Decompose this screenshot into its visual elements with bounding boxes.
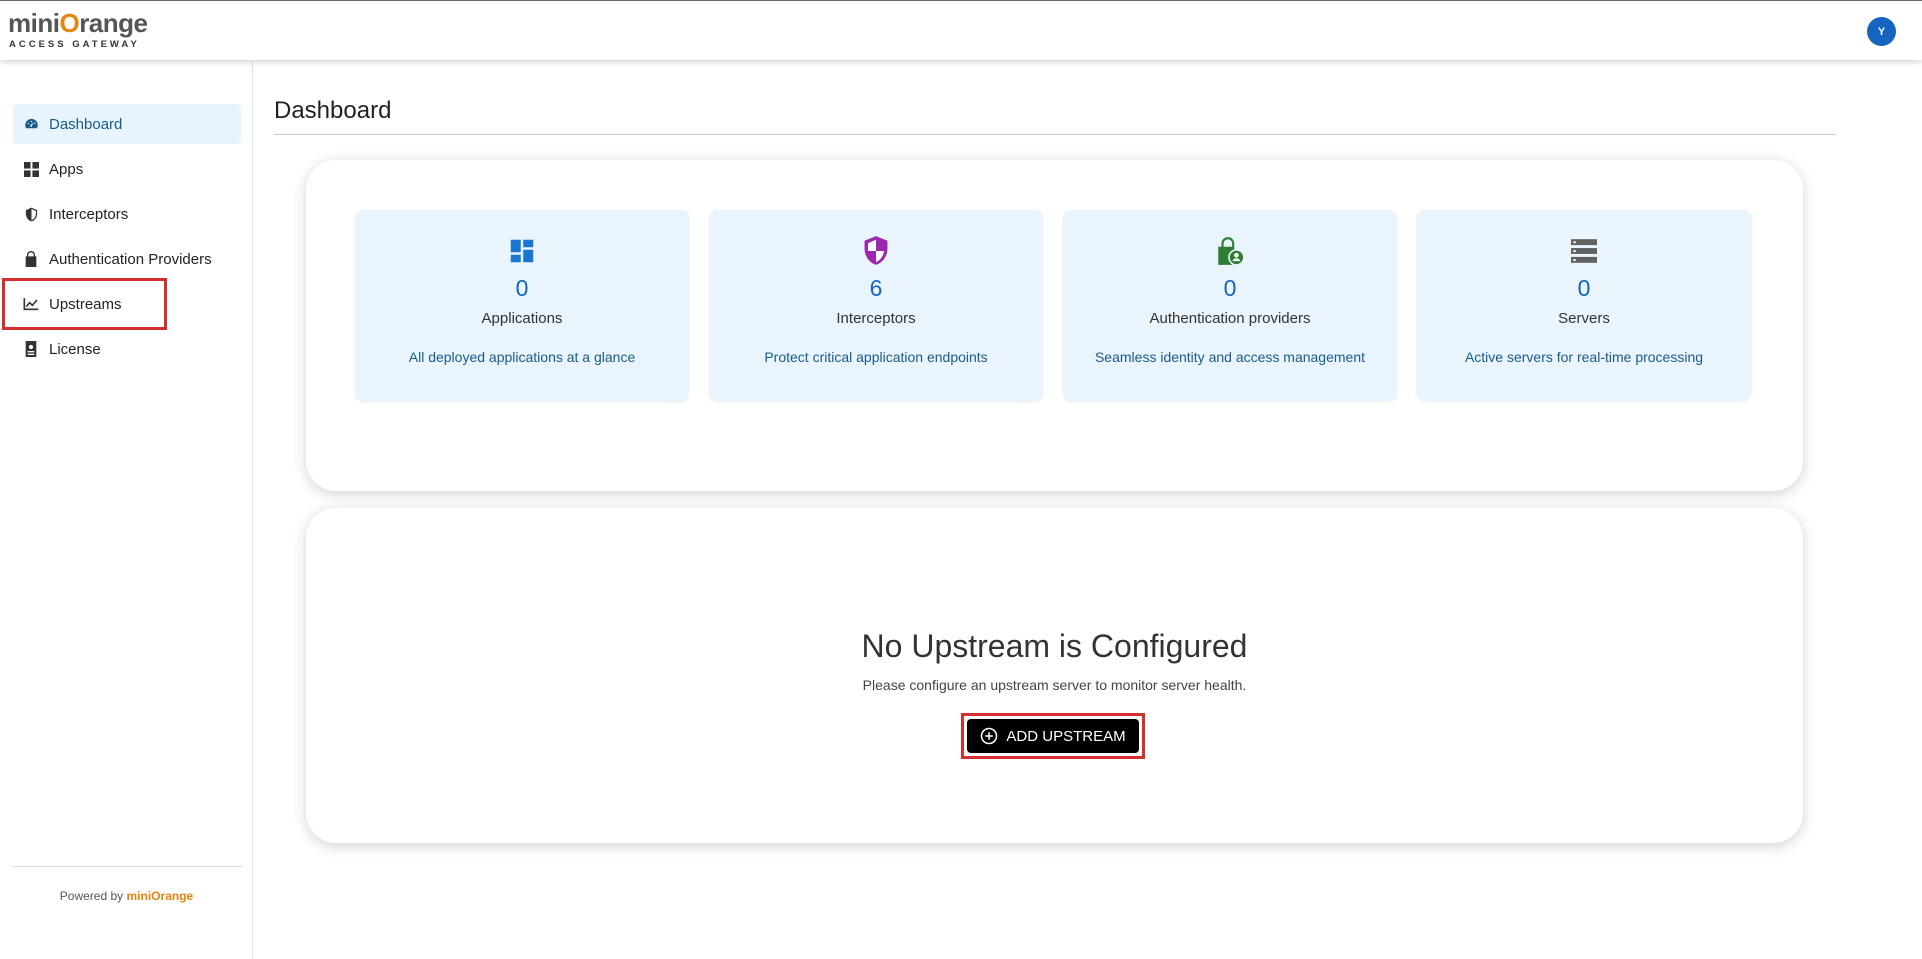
applications-icon: [506, 235, 538, 267]
stats-panel: 0 Applications All deployed applications…: [306, 160, 1803, 491]
sidebar-item-upstreams[interactable]: Upstreams: [13, 284, 241, 324]
sidebar-item-label: Authentication Providers: [49, 250, 212, 268]
sidebar: Dashboard Apps Interceptors Authenticati…: [0, 62, 253, 959]
top-bar: miniOrange ACCESS GATEWAY Y: [0, 0, 1922, 60]
add-circle-icon: [981, 727, 998, 745]
sidebar-item-license[interactable]: License: [13, 329, 241, 369]
logo-wordmark: miniOrange: [8, 8, 148, 38]
card-description: All deployed applications at a glance: [408, 349, 636, 365]
card-label: Servers: [1558, 310, 1610, 327]
upstream-panel: No Upstream is Configured Please configu…: [306, 508, 1803, 843]
card-description: Active servers for real-time processing: [1464, 349, 1704, 365]
shield-icon: [860, 235, 892, 267]
stat-card-authentication-providers[interactable]: 0 Authentication providers Seamless iden…: [1063, 210, 1397, 401]
title-divider: [274, 134, 1836, 135]
card-count: 6: [869, 275, 883, 301]
sidebar-item-dashboard[interactable]: Dashboard: [13, 104, 241, 144]
card-count: 0: [515, 275, 529, 301]
sidebar-item-label: License: [49, 340, 101, 358]
sidebar-divider: [12, 866, 242, 867]
card-description: Protect critical application endpoints: [764, 349, 988, 365]
empty-state-description: Please configure an upstream server to m…: [862, 677, 1247, 693]
powered-by-brand-link[interactable]: miniOrange: [127, 889, 194, 903]
lock-icon: [23, 251, 39, 267]
sidebar-item-label: Dashboard: [49, 115, 123, 133]
empty-state-title: No Upstream is Configured: [861, 628, 1248, 664]
user-avatar[interactable]: Y: [1867, 17, 1896, 46]
card-count: 0: [1577, 275, 1591, 301]
card-label: Interceptors: [836, 310, 916, 327]
sidebar-item-label: Apps: [49, 160, 84, 178]
miniorange-logo[interactable]: miniOrange ACCESS GATEWAY: [8, 9, 148, 50]
powered-by: Powered by miniOrange: [59, 889, 194, 903]
add-upstream-label: ADD UPSTREAM: [1006, 727, 1126, 745]
lock-user-icon: [1214, 235, 1246, 267]
card-count: 0: [1223, 275, 1237, 301]
card-label: Authentication providers: [1149, 310, 1311, 327]
sidebar-item-authentication-providers[interactable]: Authentication Providers: [13, 239, 241, 279]
logo-subtitle: ACCESS GATEWAY: [9, 39, 140, 50]
chart-line-icon: [23, 296, 39, 312]
dashboard-icon: [23, 116, 39, 132]
add-upstream-button[interactable]: ADD UPSTREAM: [967, 719, 1139, 753]
shield-icon: [23, 206, 39, 222]
stat-card-applications[interactable]: 0 Applications All deployed applications…: [355, 210, 689, 401]
grid-icon: [23, 161, 39, 177]
sidebar-item-apps[interactable]: Apps: [13, 149, 241, 189]
card-description: Seamless identity and access management: [1094, 349, 1366, 365]
stat-card-servers[interactable]: 0 Servers Active servers for real-time p…: [1417, 210, 1751, 401]
sidebar-item-label: Interceptors: [49, 205, 129, 223]
add-upstream-highlight: ADD UPSTREAM: [961, 713, 1145, 759]
license-icon: [23, 341, 39, 357]
sidebar-item-label: Upstreams: [49, 295, 122, 313]
card-label: Applications: [481, 310, 563, 327]
stat-card-interceptors[interactable]: 6 Interceptors Protect critical applicat…: [709, 210, 1043, 401]
page-title: Dashboard: [274, 97, 392, 124]
servers-icon: [1568, 235, 1600, 267]
sidebar-item-interceptors[interactable]: Interceptors: [13, 194, 241, 234]
